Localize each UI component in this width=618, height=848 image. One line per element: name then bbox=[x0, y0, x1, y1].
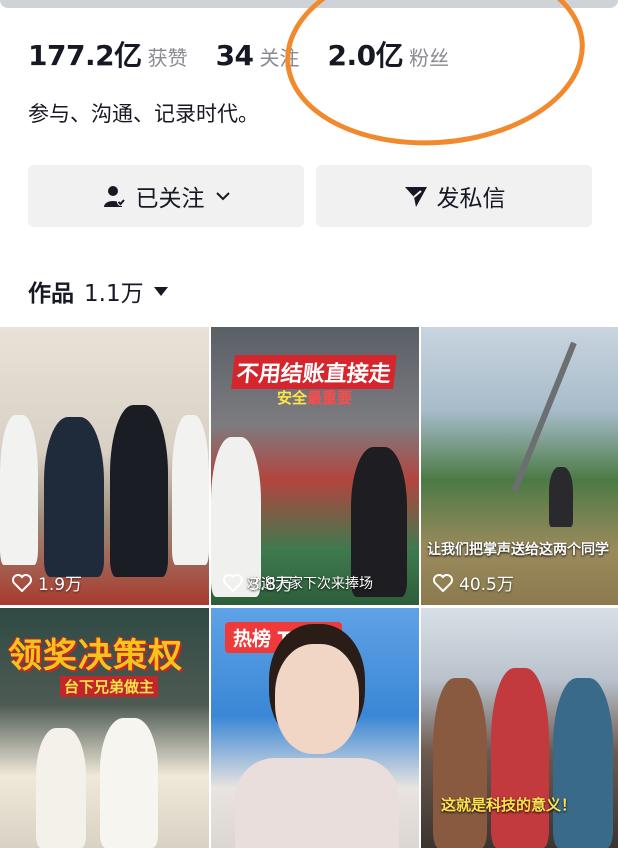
following-count: 34 bbox=[215, 39, 254, 72]
likes-stat[interactable]: 177.2亿 获赞 bbox=[28, 34, 188, 74]
video-thumbnail[interactable]: 不用结账直接走 安全最重要 欢迎大家下次来捧场 3.8万 bbox=[211, 327, 419, 605]
video-overlay-title: 不用结账直接走 bbox=[231, 355, 397, 389]
figure-shape bbox=[0, 415, 38, 565]
heart-icon bbox=[433, 573, 453, 592]
profile-bio: 参与、沟通、记录时代。 bbox=[28, 102, 259, 126]
figure-shape bbox=[549, 467, 573, 527]
video-likes: 1.9万 bbox=[12, 570, 82, 595]
video-overlay-title: 领奖决策权 bbox=[8, 636, 183, 676]
figure-shape bbox=[491, 668, 549, 848]
top-edge bbox=[0, 0, 618, 8]
figure-shape bbox=[36, 728, 86, 848]
likes-label: 获赞 bbox=[147, 46, 188, 70]
figure-shape bbox=[44, 417, 104, 577]
heart-icon bbox=[223, 573, 243, 592]
profile-stats: 177.2亿 获赞 34 关注 2.0亿 粉丝 bbox=[28, 34, 477, 78]
video-likes: 40.5万 bbox=[433, 570, 514, 595]
followers-stat[interactable]: 2.0亿 粉丝 bbox=[328, 34, 450, 74]
video-overlay-subtitle-b: 最重要 bbox=[307, 389, 353, 407]
video-thumbnail[interactable]: 领奖决策权 台下兄弟做主 bbox=[0, 608, 209, 848]
video-overlay-subtitle: 安全最重要 bbox=[277, 387, 352, 408]
video-likes-count: 40.5万 bbox=[459, 575, 514, 595]
heart-icon bbox=[12, 573, 32, 592]
figure-shape bbox=[172, 415, 209, 565]
followers-count: 2.0亿 bbox=[327, 39, 404, 72]
works-tab[interactable]: 作品 1.1万 bbox=[28, 274, 168, 308]
user-check-icon bbox=[103, 186, 125, 207]
works-label: 作品 bbox=[28, 281, 74, 307]
send-message-label: 发私信 bbox=[436, 186, 506, 212]
figure-shape bbox=[553, 678, 613, 848]
figure-shape bbox=[110, 405, 168, 577]
following-label: 关注 bbox=[259, 46, 300, 70]
works-count: 1.1万 bbox=[84, 281, 144, 307]
video-caption: 让我们把掌声送给这两个同学 bbox=[427, 542, 609, 558]
send-icon bbox=[404, 187, 427, 207]
figure-shape bbox=[100, 718, 158, 848]
presenter-suit bbox=[235, 758, 399, 848]
following-button-label: 已关注 bbox=[135, 186, 205, 212]
video-thumbnail[interactable]: 让我们把掌声送给这两个同学 40.5万 bbox=[421, 327, 618, 605]
video-thumbnail[interactable]: 1.9万 bbox=[0, 327, 209, 605]
dropdown-triangle-icon bbox=[153, 286, 168, 296]
video-thumbnail[interactable]: 热榜 TOP1 bbox=[211, 608, 419, 848]
video-likes-count: 3.8万 bbox=[249, 575, 294, 595]
figure-shape bbox=[433, 678, 487, 848]
send-message-button[interactable]: 发私信 bbox=[316, 165, 592, 227]
video-caption: 这就是科技的意义！ bbox=[441, 796, 577, 814]
following-button[interactable]: 已关注 bbox=[28, 165, 304, 227]
video-overlay-subtitle: 台下兄弟做主 bbox=[60, 676, 159, 697]
chevron-down-icon bbox=[215, 192, 230, 201]
following-stat[interactable]: 34 关注 bbox=[216, 39, 300, 72]
video-thumbnail[interactable]: 这就是科技的意义！ bbox=[421, 608, 618, 848]
video-overlay-subtitle-a: 安全 bbox=[277, 389, 308, 407]
followers-label: 粉丝 bbox=[409, 46, 450, 70]
video-likes: 3.8万 bbox=[223, 570, 293, 595]
likes-count: 177.2亿 bbox=[28, 39, 142, 72]
presenter-face bbox=[275, 644, 359, 754]
video-likes-count: 1.9万 bbox=[38, 575, 83, 595]
